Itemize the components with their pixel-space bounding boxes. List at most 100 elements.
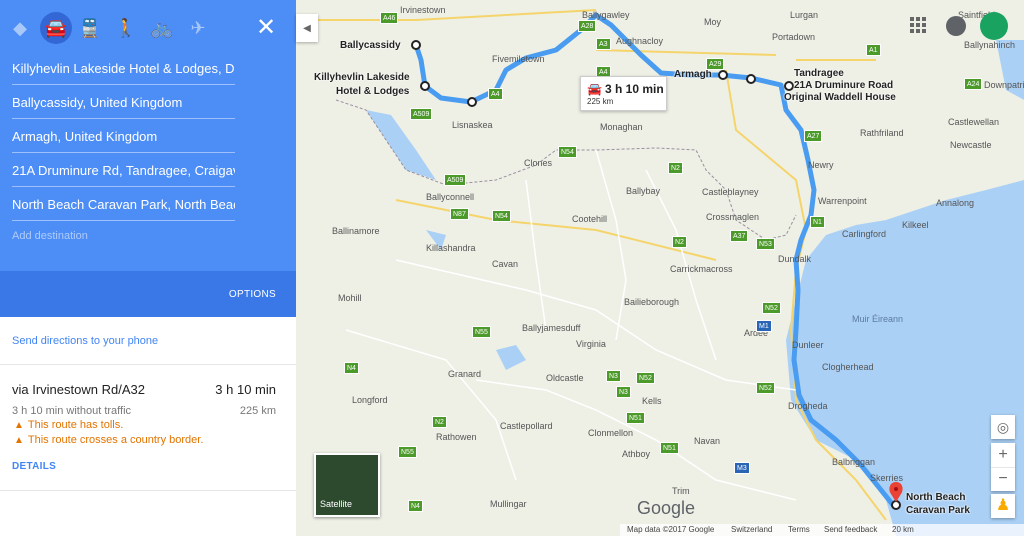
waypoint-marker[interactable] bbox=[420, 81, 430, 91]
place-label: Longford bbox=[352, 395, 388, 405]
place-label: Original Waddell House bbox=[784, 92, 896, 103]
waypoint-input-3[interactable]: Armagh, United Kingdom bbox=[12, 126, 235, 153]
directions-header: ◆ 🚘 🚆 🚶 🚲 ✈ ✕ Killyhevlin Lakeside Hotel… bbox=[0, 0, 296, 317]
place-label: Bailieborough bbox=[624, 297, 680, 307]
place-label: Ballynahinch bbox=[964, 40, 1016, 50]
road-badge: A4 bbox=[488, 88, 503, 100]
warning-text: This route crosses a country border. bbox=[27, 434, 204, 446]
road-badge: N51 bbox=[660, 442, 679, 454]
place-label: Rathfriland bbox=[860, 128, 904, 138]
options-button[interactable]: OPTIONS bbox=[229, 289, 276, 300]
place-label: Portadown bbox=[772, 32, 816, 42]
pegman-icon[interactable]: ♟ bbox=[991, 494, 1015, 518]
road-badge: N55 bbox=[472, 326, 491, 338]
car-icon[interactable]: 🚘 bbox=[40, 12, 72, 44]
waypoint-input-4[interactable]: 21A Druminure Rd, Tandragee, Craigavon bbox=[12, 160, 235, 187]
waypoint-input-1[interactable]: Killyhevlin Lakeside Hotel & Lodges, Dub… bbox=[12, 58, 235, 85]
road-badge: N4 bbox=[344, 362, 359, 374]
place-label: Annalong bbox=[936, 198, 975, 208]
warning-border: ▲ This route crosses a country border. bbox=[14, 434, 203, 446]
road-badge: A46 bbox=[380, 12, 399, 24]
place-label: Trim bbox=[672, 486, 690, 496]
map-footer: Map data ©2017 Google Switzerland Terms … bbox=[620, 524, 1024, 536]
place-label: Granard bbox=[448, 369, 482, 379]
waypoint-input-2[interactable]: Ballycassidy, United Kingdom bbox=[12, 92, 235, 119]
collapse-panel-button[interactable]: ◀ bbox=[296, 14, 318, 42]
road-badge: N53 bbox=[756, 238, 775, 250]
best-route-icon[interactable]: ◆ bbox=[4, 12, 36, 44]
place-label: Dundalk bbox=[778, 254, 812, 264]
map-canvas[interactable]: Irvinestown Ballygawley Moy Lurgan Saintfiel… bbox=[296, 0, 1024, 536]
place-label: Kilkeel bbox=[902, 220, 929, 230]
waypoint-marker[interactable] bbox=[784, 81, 794, 91]
avatar[interactable] bbox=[980, 12, 1008, 40]
waypoint-input-5[interactable]: North Beach Caravan Park, North Beach bbox=[12, 194, 235, 221]
route-info-box[interactable]: 🚘 3 h 10 min 225 km bbox=[580, 76, 667, 111]
my-location-icon[interactable]: ◎ bbox=[991, 415, 1015, 439]
waypoint-marker[interactable] bbox=[746, 74, 756, 84]
place-label: Mohill bbox=[338, 293, 362, 303]
place-label: Carrickmacross bbox=[670, 264, 733, 274]
apps-grid-icon[interactable] bbox=[910, 17, 926, 33]
road-badge: N54 bbox=[492, 210, 511, 222]
waypoint-marker[interactable] bbox=[891, 500, 901, 510]
place-label: Fivemiletown bbox=[492, 54, 545, 64]
road-badge: N52 bbox=[762, 302, 781, 314]
route-distance: 225 km bbox=[239, 405, 276, 417]
zoom-in-button[interactable]: + bbox=[991, 443, 1015, 467]
flight-icon[interactable]: ✈ bbox=[182, 12, 214, 44]
add-destination-input[interactable]: Add destination bbox=[12, 230, 88, 242]
options-bar: OPTIONS bbox=[0, 271, 296, 317]
road-badge: N2 bbox=[668, 162, 683, 174]
notifications-icon[interactable] bbox=[946, 16, 966, 36]
directions-panel: ◆ 🚘 🚆 🚶 🚲 ✈ ✕ Killyhevlin Lakeside Hotel… bbox=[0, 0, 296, 536]
details-button[interactable]: DETAILS bbox=[12, 461, 56, 472]
place-label: Ballyjamesduff bbox=[522, 323, 581, 333]
road-badge: N52 bbox=[756, 382, 775, 394]
road-badge: N2 bbox=[672, 236, 687, 248]
warning-text: This route has tolls. bbox=[27, 419, 124, 431]
travel-mode-bar: ◆ 🚘 🚆 🚶 🚲 ✈ ✕ bbox=[0, 0, 296, 56]
road-badge: N51 bbox=[626, 412, 645, 424]
warning-tolls: ▲ This route has tolls. bbox=[14, 419, 123, 431]
road-badge: N3 bbox=[606, 370, 621, 382]
place-label: Cavan bbox=[492, 259, 519, 269]
road-badge: N87 bbox=[450, 208, 469, 220]
send-feedback-link[interactable]: Send feedback bbox=[824, 525, 877, 534]
walk-icon[interactable]: 🚶 bbox=[110, 12, 142, 44]
car-icon: 🚘 bbox=[587, 82, 602, 96]
place-label: Newry bbox=[808, 160, 834, 170]
place-label: Castleblayney bbox=[702, 187, 759, 197]
road-badge: M3 bbox=[734, 462, 750, 474]
place-label: Irvinestown bbox=[400, 5, 446, 15]
place-label: 21A Druminure Road bbox=[794, 80, 894, 91]
close-icon[interactable]: ✕ bbox=[252, 14, 280, 42]
road-badge: N2 bbox=[432, 416, 447, 428]
place-label: Oldcastle bbox=[546, 373, 584, 383]
road-badge: A37 bbox=[730, 230, 749, 242]
transit-icon[interactable]: 🚆 bbox=[74, 12, 106, 44]
pin-dot bbox=[894, 487, 898, 491]
place-label: Balbriggan bbox=[832, 457, 876, 467]
road-badge: A509 bbox=[444, 174, 467, 186]
place-label: Lisnaskea bbox=[452, 120, 493, 130]
route-via[interactable]: via Irvinestown Rd/A32 bbox=[12, 382, 145, 397]
road-badge: A509 bbox=[410, 108, 433, 120]
waypoint-marker[interactable] bbox=[467, 97, 477, 107]
satellite-toggle[interactable]: Satellite bbox=[314, 453, 380, 517]
place-label: Warrenpoint bbox=[818, 196, 867, 206]
warning-icon: ▲ bbox=[14, 420, 24, 431]
send-directions-link[interactable]: Send directions to your phone bbox=[12, 335, 158, 347]
place-label: Rathowen bbox=[436, 432, 477, 442]
place-label: Carlingford bbox=[842, 229, 887, 239]
bicycle-icon[interactable]: 🚲 bbox=[146, 12, 178, 44]
place-label: Crossmaglen bbox=[706, 212, 760, 222]
zoom-out-button[interactable]: − bbox=[991, 467, 1015, 491]
road-badge: N55 bbox=[398, 446, 417, 458]
waypoint-marker[interactable] bbox=[411, 40, 421, 50]
terms-link[interactable]: Terms bbox=[788, 525, 810, 534]
place-label: Aughnacloy bbox=[616, 36, 664, 46]
region-link[interactable]: Switzerland bbox=[731, 525, 772, 534]
place-label: Armagh bbox=[674, 69, 712, 80]
waypoint-marker[interactable] bbox=[718, 70, 728, 80]
